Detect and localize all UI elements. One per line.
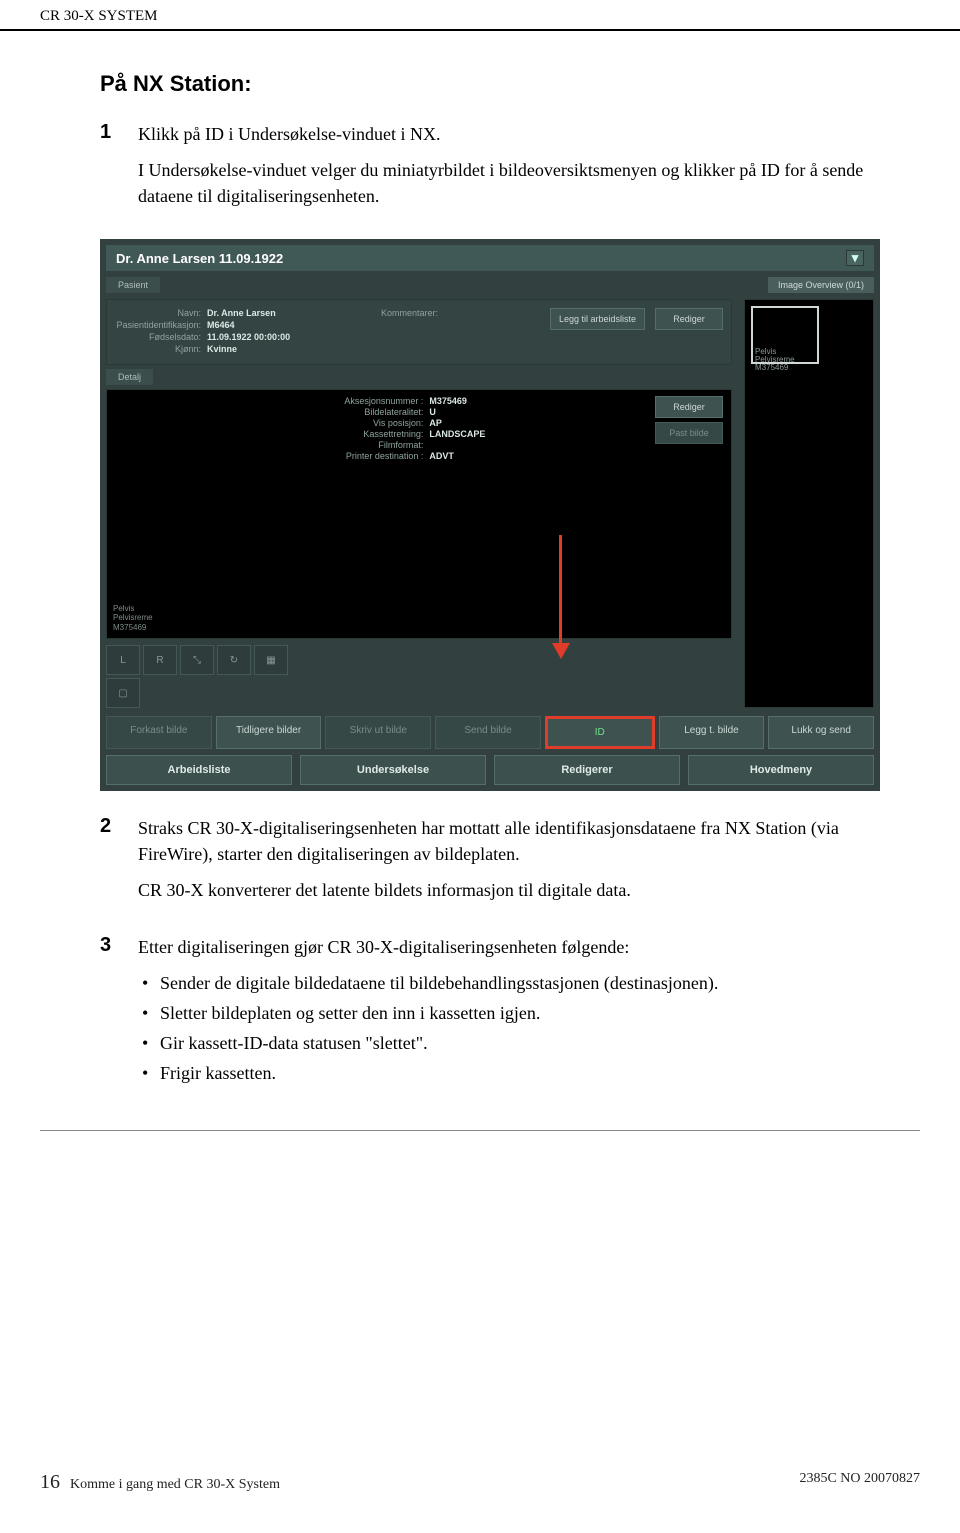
step-1: 1 Klikk på ID i Undersøkelse-vinduet i N… [100,121,880,219]
label-kassett: Kassettretning: [319,429,429,439]
step-body: Etter digitaliseringen gjør CR 30-X-digi… [138,934,880,1090]
label-printer: Printer destination : [319,451,429,461]
patient-panel: Navn:Dr. Anne Larsen Pasientidentifikasj… [106,299,732,365]
nx-station-screenshot: Dr. Anne Larsen 11.09.1922 ▾ Pasient Ima… [100,239,880,791]
tab-detalj[interactable]: Detalj [106,369,153,385]
bullet-4: Frigir kassetten. [138,1060,880,1086]
redigerer-nav[interactable]: Redigerer [494,755,680,785]
value-vispos: AP [429,418,442,428]
step-body: Klikk på ID i Undersøkelse-vinduet i NX.… [138,121,880,219]
window-title-bar: Dr. Anne Larsen 11.09.1922 ▾ [106,245,874,271]
label-kjonn: Kjønn: [115,344,207,354]
step-body: Straks CR 30-X-digitaliseringsenheten ha… [138,815,880,913]
skriv-ut-bilde-button[interactable]: Skriv ut bilde [325,716,431,749]
value-aksesjon: M375469 [429,396,467,406]
step-number: 1 [100,121,138,219]
arbeidsliste-nav[interactable]: Arbeidsliste [106,755,292,785]
content-area: På NX Station: 1 Klikk på ID i Undersøke… [0,31,960,1130]
detail-panel: Aksesjonsnummer :M375469 Bildelateralite… [106,389,732,639]
hovedmeny-nav[interactable]: Hovedmeny [688,755,874,785]
tool-r[interactable]: R [143,645,177,675]
tool-rotate-icon[interactable]: ↻ [217,645,251,675]
tool-grid-icon[interactable]: ▦ [254,645,288,675]
legg-til-arbeidsliste-button[interactable]: Legg til arbeidsliste [550,308,645,330]
value-fdato: 11.09.1922 00:00:00 [207,332,290,342]
page-number: 16 [40,1471,60,1494]
label-vispos: Vis posisjon: [319,418,429,428]
thumbnail[interactable]: Pelvis Pelvisreme M375469 [751,306,819,364]
step-2: 2 Straks CR 30-X-digitaliseringsenheten … [100,815,880,913]
step-2-line-2: CR 30-X konverterer det latente bildets … [138,877,880,903]
bullet-1: Sender de digitale bildedataene til bild… [138,970,880,996]
forkast-bilde-button[interactable]: Forkast bilde [106,716,212,749]
id-button[interactable]: ID [545,716,655,749]
tool-row: L R ⤡ ↻ ▦ [106,645,732,675]
page-footer: 16 Komme i gang med CR 30-X System 2385C… [0,1471,960,1514]
undersokelse-nav[interactable]: Undersøkelse [300,755,486,785]
label-kommentar: Kommentarer: [374,308,444,318]
tidligere-bilder-button[interactable]: Tidligere bilder [216,716,322,749]
tool-crop-icon[interactable]: ▢ [106,678,140,708]
step-3: 3 Etter digitaliseringen gjør CR 30-X-di… [100,934,880,1090]
corner-l1: Pelvis [113,604,153,614]
bottom-button-row: Forkast bilde Tidligere bilder Skriv ut … [106,716,874,749]
past-bilde-button[interactable]: Past bilde [655,422,723,444]
page-header-text: CR 30-X SYSTEM [40,8,158,24]
thumb-l3: M375469 [755,364,817,372]
bullet-3: Gir kassett-ID-data statusen "slettet". [138,1030,880,1056]
value-kassett: LANDSCAPE [429,429,485,439]
section-title: På NX Station: [100,71,880,97]
send-bilde-button[interactable]: Send bilde [435,716,541,749]
value-kjonn: Kvinne [207,344,237,354]
label-aksesjon: Aksesjonsnummer : [319,396,429,406]
label-filmf: Filmformat: [319,440,429,450]
image-overview-badge: Image Overview (0/1) [768,277,874,293]
value-navn: Dr. Anne Larsen [207,308,276,318]
detail-corner-info: Pelvis Pelvisreme M375469 [113,604,153,633]
label-navn: Navn: [115,308,207,318]
value-pid: M6464 [207,320,235,330]
footer-title: Komme i gang med CR 30-X System [70,1477,280,1493]
thumbnail-column: Pelvis Pelvisreme M375469 [744,299,874,708]
tool-l[interactable]: L [106,645,140,675]
step-3-intro: Etter digitaliseringen gjør CR 30-X-digi… [138,934,880,960]
label-pid: Pasientidentifikasjon: [115,320,207,330]
corner-l2: Pelvisreme [113,613,153,623]
step-number: 3 [100,934,138,1090]
rediger-button-1[interactable]: Rediger [655,308,723,330]
bullet-2: Sletter bildeplaten og setter den inn i … [138,1000,880,1026]
page-header: CR 30-X SYSTEM [0,0,960,31]
dropdown-icon[interactable]: ▾ [846,250,864,266]
step-number: 2 [100,815,138,913]
step-3-bullets: Sender de digitale bildedataene til bild… [138,970,880,1086]
step-2-line-1: Straks CR 30-X-digitaliseringsenheten ha… [138,815,880,867]
tab-pasient[interactable]: Pasient [106,277,160,293]
step-1-line-1: Klikk på ID i Undersøkelse-vinduet i NX. [138,121,880,147]
rediger-button-2[interactable]: Rediger [655,396,723,418]
label-fdato: Fødselsdato: [115,332,207,342]
value-printer: ADVT [429,451,454,461]
red-arrow-annotation [552,535,570,659]
window-title: Dr. Anne Larsen 11.09.1922 [116,251,283,266]
lukk-og-send-button[interactable]: Lukk og send [768,716,874,749]
label-bildelat: Bildelateralitet: [319,407,429,417]
value-bildelat: U [429,407,436,417]
nav-button-row: Arbeidsliste Undersøkelse Redigerer Hove… [106,755,874,785]
tool-flip-h-icon[interactable]: ⤡ [180,645,214,675]
legg-t-bilde-button[interactable]: Legg t. bilde [659,716,765,749]
corner-l3: M375469 [113,623,153,633]
step-1-line-2: I Undersøkelse-vinduet velger du miniaty… [138,157,880,209]
footer-docid: 2385C NO 20070827 [799,1471,920,1494]
